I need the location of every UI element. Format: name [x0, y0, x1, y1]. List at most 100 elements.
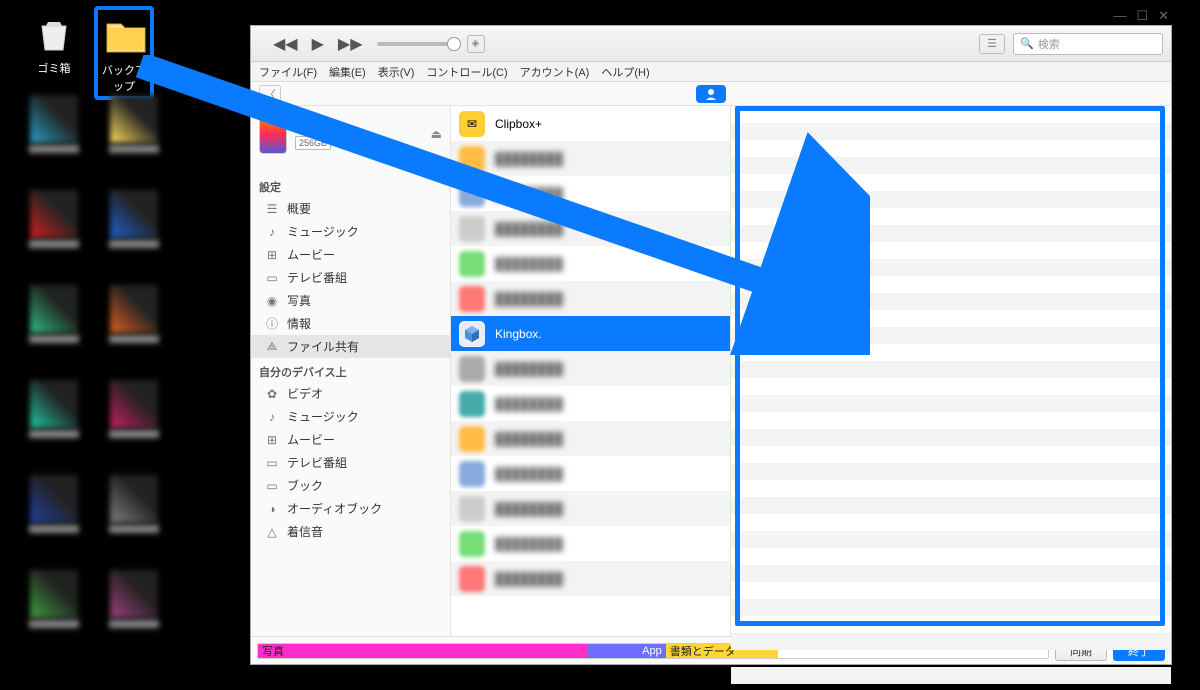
app-row-Clipbox+[interactable]: ✉Clipbox+ [451, 106, 730, 141]
app-icon [459, 216, 485, 242]
menubar: ファイル(F) 編集(E) 表示(V) コントロール(C) アカウント(A) ヘ… [251, 62, 1171, 82]
volume-slider[interactable] [377, 42, 457, 46]
desktop-icon-blurred[interactable] [24, 475, 84, 535]
sidebar-item-情報[interactable]: ⓘ情報 [251, 312, 450, 335]
app-row-blurred[interactable]: ████████ [451, 386, 730, 421]
recycle-bin-label: ゴミ箱 [24, 60, 84, 76]
sidebar-item-ムービー[interactable]: ⊞ ムービー [251, 243, 450, 266]
back-button[interactable]: 〈 [259, 85, 281, 103]
sidebar-item-icon: ▭ [265, 456, 279, 470]
desktop-icon-blurred[interactable] [104, 285, 164, 345]
app-row-blurred[interactable]: ████████ [451, 211, 730, 246]
sidebar-item-テレビ番組[interactable]: ▭テレビ番組 [251, 266, 450, 289]
app-label: ████████ [495, 397, 563, 411]
sidebar-item-label: ムービー [287, 431, 335, 448]
next-button[interactable]: ▶▶ [338, 34, 363, 54]
maximize-button[interactable]: ☐ [1136, 8, 1148, 24]
sidebar-item-label: テレビ番組 [287, 454, 347, 471]
recycle-bin[interactable]: ゴミ箱 [24, 10, 84, 76]
desktop-icon-blurred[interactable] [24, 570, 84, 630]
app-row-blurred[interactable]: ████████ [451, 281, 730, 316]
play-button[interactable]: ▶ [312, 34, 324, 54]
desktop-icon-blurred[interactable] [24, 95, 84, 155]
eject-icon[interactable]: ⏏ [431, 127, 442, 141]
app-row-blurred[interactable]: ████████ [451, 421, 730, 456]
prev-button[interactable]: ◀◀ [273, 34, 298, 54]
app-row-blurred[interactable]: ████████ [451, 176, 730, 211]
sidebar-item-ムービー[interactable]: ⊞ムービー [251, 428, 450, 451]
sidebar-item-ミュージック[interactable]: ♪ミュージック [251, 220, 450, 243]
sidebar-item-label: ファイル共有 [287, 338, 359, 355]
menu-view[interactable]: 表示(V) [378, 64, 415, 80]
sidebar-item-label: 写真 [287, 292, 311, 309]
menu-edit[interactable]: 編集(E) [329, 64, 366, 80]
sidebar-item-label: 情報 [287, 315, 311, 332]
usage-seg-photos: 写真 [258, 644, 528, 658]
sidebar-item-label: 概要 [287, 200, 311, 217]
sidebar-item-icon: ▭ [265, 479, 279, 493]
app-icon [459, 461, 485, 487]
app-label: ████████ [495, 292, 563, 306]
sidebar-item-label: ムービー [287, 246, 335, 263]
desktop-icon-blurred[interactable] [104, 95, 164, 155]
sidebar-item-icon: ⊞ [265, 248, 279, 262]
desktop-icon-blurred[interactable] [24, 285, 84, 345]
app-row-blurred[interactable]: ████████ [451, 141, 730, 176]
sidebar-item-オーディオブック[interactable]: ◑オーディオブック [251, 497, 450, 520]
sidebar-item-ビデオ[interactable]: ✿ビデオ [251, 382, 450, 405]
app-label: Clipbox+ [495, 117, 542, 131]
app-icon [459, 146, 485, 172]
desktop-icon-blurred[interactable] [104, 380, 164, 440]
sidebar-item-着信音[interactable]: △着信音 [251, 520, 450, 543]
toolbar: ◀◀ ▶ ▶▶ ◈ ☰ 🔍 検索 [251, 26, 1171, 62]
sidebar-item-概要[interactable]: ☰ 概要 [251, 197, 450, 220]
app-list: ✉Clipbox+███████████████████████████████… [451, 106, 731, 636]
minimize-button[interactable]: — [1113, 8, 1126, 24]
app-icon [459, 286, 485, 312]
search-placeholder: 検索 [1038, 36, 1060, 52]
app-icon [459, 426, 485, 452]
list-view-button[interactable]: ☰ [979, 34, 1005, 54]
sidebar-item-icon: ⟁ [265, 339, 279, 354]
device-avatar-icon[interactable] [696, 85, 726, 103]
sidebar-item-ファイル共有[interactable]: ⟁ ファイル共有 [251, 335, 450, 358]
app-icon [459, 391, 485, 417]
app-row-blurred[interactable]: ████████ [451, 246, 730, 281]
app-row-blurred[interactable]: ████████ [451, 456, 730, 491]
file-drop-panel[interactable] [731, 106, 1171, 636]
sidebar-item-テレビ番組[interactable]: ▭ テレビ番組 [251, 451, 450, 474]
sidebar-item-写真[interactable]: ◉写真 [251, 289, 450, 312]
desktop-icon-blurred[interactable] [104, 190, 164, 250]
desktop-icon-blurred[interactable] [104, 475, 164, 535]
device-row[interactable]: 256GB ⏏ [251, 106, 450, 158]
device-capacity: 256GB [295, 136, 331, 150]
app-row-blurred[interactable]: ████████ [451, 351, 730, 386]
menu-account[interactable]: アカウント(A) [520, 64, 590, 80]
app-icon [459, 531, 485, 557]
sidebar-header-settings: 設定 [251, 173, 450, 197]
app-row-blurred[interactable]: ████████ [451, 491, 730, 526]
sidebar-item-ブック[interactable]: ▭ブック [251, 474, 450, 497]
sidebar-header-ondevice: 自分のデバイス上 [251, 358, 450, 382]
menu-control[interactable]: コントロール(C) [426, 64, 507, 80]
sidebar-item-ミュージック[interactable]: ♪ミュージック [251, 405, 450, 428]
app-row-blurred[interactable]: ████████ [451, 561, 730, 596]
sidebar-item-label: 着信音 [287, 523, 323, 540]
app-icon [459, 496, 485, 522]
sidebar-item-icon: ☰ [265, 202, 279, 216]
battery-icon [426, 160, 440, 168]
search-input[interactable]: 🔍 検索 [1013, 33, 1163, 55]
desktop-icon-blurred[interactable] [24, 190, 84, 250]
desktop-icon-blurred[interactable] [24, 380, 84, 440]
menu-file[interactable]: ファイル(F) [259, 64, 317, 80]
sidebar-item-label: ビデオ [287, 385, 323, 402]
menu-help[interactable]: ヘルプ(H) [601, 64, 649, 80]
app-row-blurred[interactable]: ████████ [451, 526, 730, 561]
close-button[interactable]: ✕ [1158, 8, 1169, 24]
airplay-button[interactable]: ◈ [467, 35, 485, 53]
backup-folder[interactable]: バックアップ [94, 6, 154, 100]
desktop-icon-blurred[interactable] [104, 570, 164, 630]
app-row-Kingbox.[interactable]: Kingbox. [451, 316, 730, 351]
app-label: ████████ [495, 187, 563, 201]
sidebar-item-label: オーディオブック [287, 500, 382, 517]
